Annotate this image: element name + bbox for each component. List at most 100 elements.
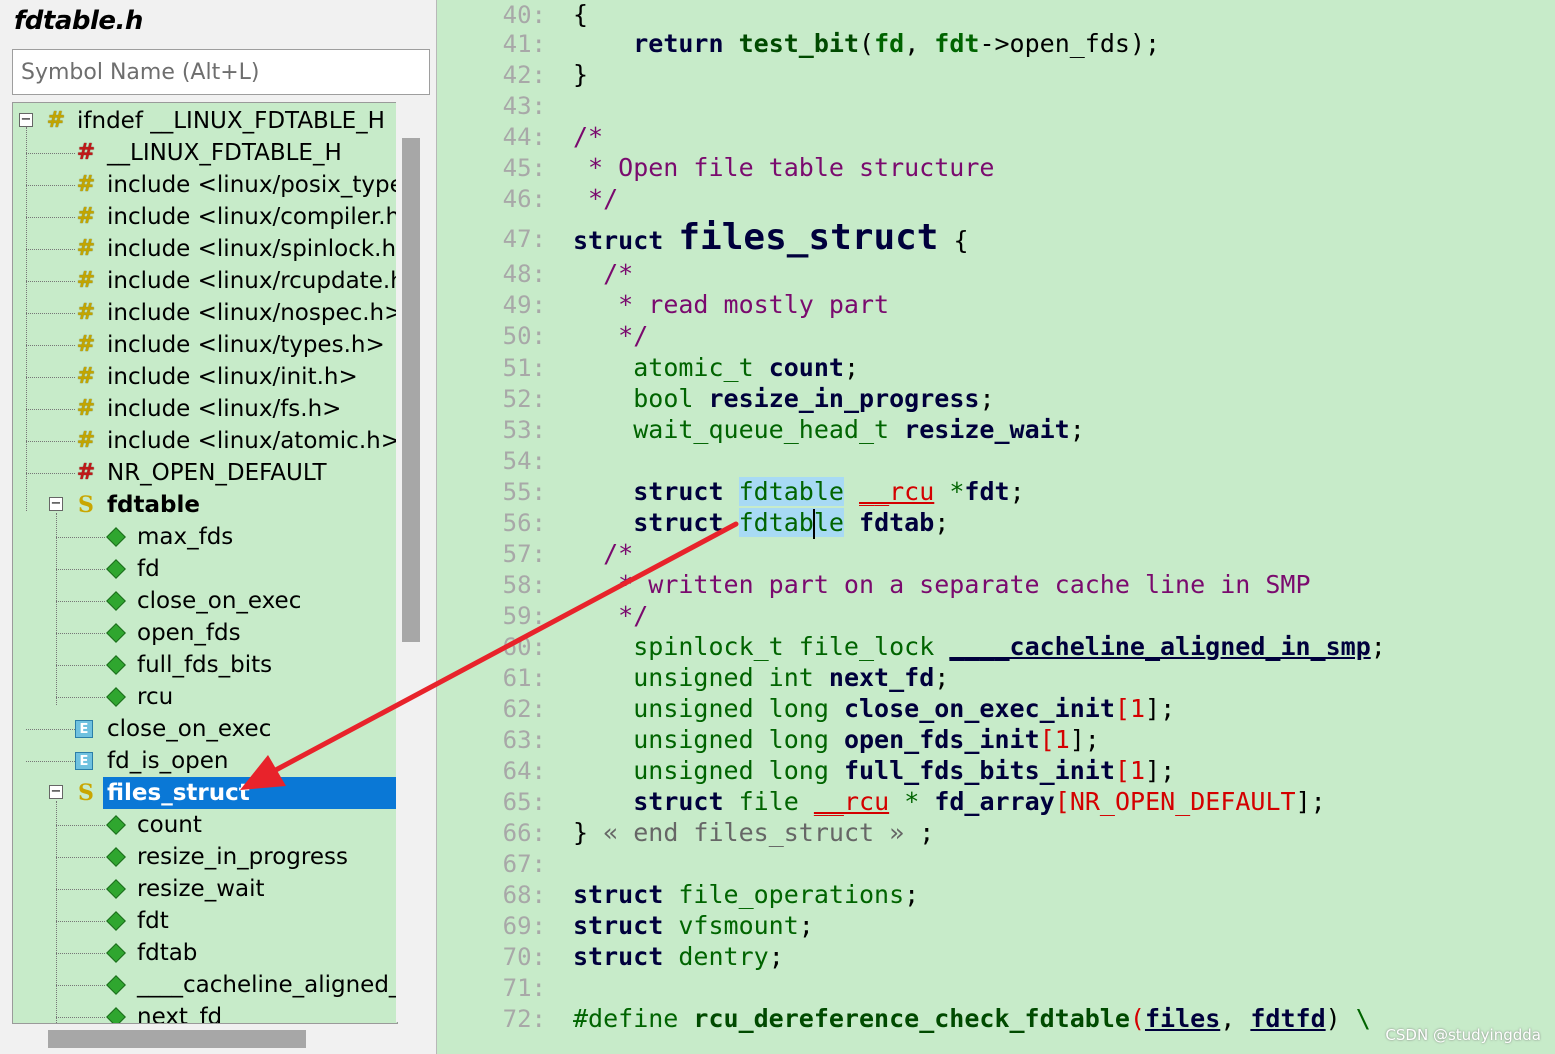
code-line-40[interactable]: { <box>573 0 588 30</box>
tree-item[interactable]: count <box>13 809 397 841</box>
symbol-search-input[interactable] <box>13 50 429 94</box>
tree-item[interactable]: max_fds <box>13 521 397 553</box>
tree-item[interactable]: − # ifndef __LINUX_FDTABLE_H <box>13 105 397 137</box>
tree-collapse-toggle[interactable]: − <box>49 497 63 511</box>
code-line-45[interactable]: * Open file table structure <box>573 153 994 183</box>
function-call[interactable]: test_bit <box>739 29 859 58</box>
tree-item[interactable]: full_fds_bits <box>13 649 397 681</box>
code-line-50[interactable]: */ <box>573 321 648 351</box>
tree-item[interactable]: # include <linux/init.h> <box>13 361 397 393</box>
tree-item[interactable]: rcu <box>13 681 397 713</box>
tree-item[interactable]: # include <linux/nospec.h> <box>13 297 397 329</box>
tree-item[interactable]: resize_in_progress <box>13 841 397 873</box>
code-line-44[interactable]: /* <box>573 122 603 152</box>
tree-item[interactable]: # NR_OPEN_DEFAULT <box>13 457 397 489</box>
tree-item[interactable]: # include <linux/fs.h> <box>13 393 397 425</box>
code-line-48[interactable]: /* <box>573 259 633 289</box>
macro-member[interactable]: ____cacheline_aligned_in_smp <box>949 632 1370 661</box>
tree-item[interactable]: # include <linux/compiler.h> <box>13 201 397 233</box>
macro[interactable]: __rcu <box>859 477 934 506</box>
type[interactable]: bool <box>633 384 693 413</box>
type-highlighted[interactable]: fdtable <box>738 477 844 506</box>
tree-item[interactable]: next_fd <box>13 1001 397 1023</box>
code-line-42[interactable]: } <box>573 60 588 90</box>
code-line-62[interactable]: unsigned long close_on_exec_init[1]; <box>573 694 1175 724</box>
tree-vertical-scrollbar[interactable] <box>396 102 426 1022</box>
symbol-tree[interactable]: − # ifndef __LINUX_FDTABLE_H # __LINUX_FDTAB… <box>12 102 398 1024</box>
type[interactable]: unsigned long <box>633 756 829 785</box>
tree-horizontal-scroll-thumb[interactable] <box>48 1030 306 1048</box>
tree-item[interactable]: ____cacheline_aligned_in_smp <box>13 969 397 1001</box>
code-line-58[interactable]: * written part on a separate cache line … <box>573 570 1310 600</box>
code-line-51[interactable]: atomic_t count; <box>573 353 859 383</box>
tree-vertical-scroll-thumb[interactable] <box>402 138 420 642</box>
member[interactable]: open_fds_init <box>844 725 1040 754</box>
code-line-49[interactable]: * read mostly part <box>573 290 889 320</box>
tree-item[interactable]: Efd_is_open <box>13 745 397 777</box>
code-line-53[interactable]: wait_queue_head_t resize_wait; <box>573 415 1085 445</box>
symbol-search-box[interactable] <box>12 49 430 95</box>
member[interactable]: next_fd <box>829 663 934 692</box>
code-line-68[interactable]: struct file_operations; <box>573 880 919 910</box>
code-editor[interactable]: 40: 41: 42: 43: 44: 45: 46: 47: 48: 49: 50: 51: 52: 5… <box>460 0 1555 1054</box>
tree-collapse-toggle[interactable]: − <box>19 113 33 127</box>
type[interactable]: unsigned int <box>633 663 814 692</box>
code-line-64[interactable]: unsigned long full_fds_bits_init[1]; <box>573 756 1175 786</box>
macro-name[interactable]: rcu_dereference_check_fdtable <box>693 1004 1130 1033</box>
code-line-57[interactable]: /* <box>573 539 633 569</box>
member[interactable]: fd_array <box>934 787 1054 816</box>
macro-param[interactable]: fdtfd <box>1250 1004 1325 1033</box>
type[interactable]: spinlock_t file_lock <box>633 632 934 661</box>
macro[interactable]: __rcu <box>814 787 889 816</box>
code-line-69[interactable]: struct vfsmount; <box>573 911 814 941</box>
code-line-72[interactable]: #define rcu_dereference_check_fdtable(fi… <box>573 1004 1371 1034</box>
code-line-70[interactable]: struct dentry; <box>573 942 784 972</box>
macro[interactable]: NR_OPEN_DEFAULT <box>1070 787 1296 816</box>
tree-item[interactable]: # include <linux/atomic.h> <box>13 425 397 457</box>
macro-param[interactable]: files <box>1145 1004 1220 1033</box>
member[interactable]: fdt <box>964 477 1009 506</box>
code-line-65[interactable]: struct file __rcu * fd_array[NR_OPEN_DEF… <box>573 787 1325 817</box>
code-line-60[interactable]: spinlock_t file_lock ____cacheline_align… <box>573 632 1386 662</box>
member[interactable]: resize_wait <box>904 415 1070 444</box>
type[interactable]: wait_queue_head_t <box>633 415 889 444</box>
tree-item[interactable]: open_fds <box>13 617 397 649</box>
struct-name-files-struct[interactable]: files_struct <box>678 217 938 258</box>
tree-item[interactable]: − Sfiles_struct <box>13 777 397 809</box>
tree-collapse-toggle[interactable]: − <box>49 785 63 799</box>
member[interactable]: count <box>769 353 844 382</box>
code-line-41[interactable]: return test_bit(fd, fdt->open_fds); <box>573 29 1160 59</box>
code-line-55[interactable]: struct fdtable __rcu *fdt; <box>573 477 1025 507</box>
tree-item[interactable]: fd <box>13 553 397 585</box>
type[interactable]: unsigned long <box>633 694 829 723</box>
code-line-63[interactable]: unsigned long open_fds_init[1]; <box>573 725 1100 755</box>
tree-horizontal-scrollbar[interactable] <box>12 1024 396 1052</box>
tree-item[interactable]: fdt <box>13 905 397 937</box>
tree-item[interactable]: # include <linux/spinlock.h> <box>13 233 397 265</box>
code-line-61[interactable]: unsigned int next_fd; <box>573 663 949 693</box>
tree-item[interactable]: # __LINUX_FDTABLE_H <box>13 137 397 169</box>
type[interactable]: vfsmount <box>678 911 798 940</box>
type[interactable]: atomic_t <box>633 353 753 382</box>
tree-item[interactable]: fdtab <box>13 937 397 969</box>
code-line-59[interactable]: */ <box>573 601 648 631</box>
tree-item[interactable]: # include <linux/rcupdate.h> <box>13 265 397 297</box>
parameter[interactable]: fdt <box>934 29 979 58</box>
tree-item[interactable]: − Sfdtable <box>13 489 397 521</box>
type[interactable]: file_operations <box>678 880 904 909</box>
tree-item[interactable]: resize_wait <box>13 873 397 905</box>
type[interactable]: file <box>739 787 799 816</box>
member[interactable]: resize_in_progress <box>709 384 980 413</box>
code-line-56[interactable]: struct fdtable fdtab; <box>573 508 949 538</box>
code-line-46[interactable]: */ <box>573 184 618 214</box>
tree-item[interactable]: # include <linux/types.h> <box>13 329 397 361</box>
code-line-52[interactable]: bool resize_in_progress; <box>573 384 994 414</box>
member[interactable]: full_fds_bits_init <box>844 756 1115 785</box>
type[interactable]: dentry <box>678 942 768 971</box>
type[interactable]: unsigned long <box>633 725 829 754</box>
code-line-66[interactable]: } « end files_struct » ; <box>573 818 934 848</box>
parameter[interactable]: fd <box>874 29 904 58</box>
type-highlighted-with-cursor[interactable]: fdtable <box>738 508 844 537</box>
tree-item[interactable]: # include <linux/posix_types.h> <box>13 169 397 201</box>
member[interactable]: fdtab <box>859 508 934 537</box>
